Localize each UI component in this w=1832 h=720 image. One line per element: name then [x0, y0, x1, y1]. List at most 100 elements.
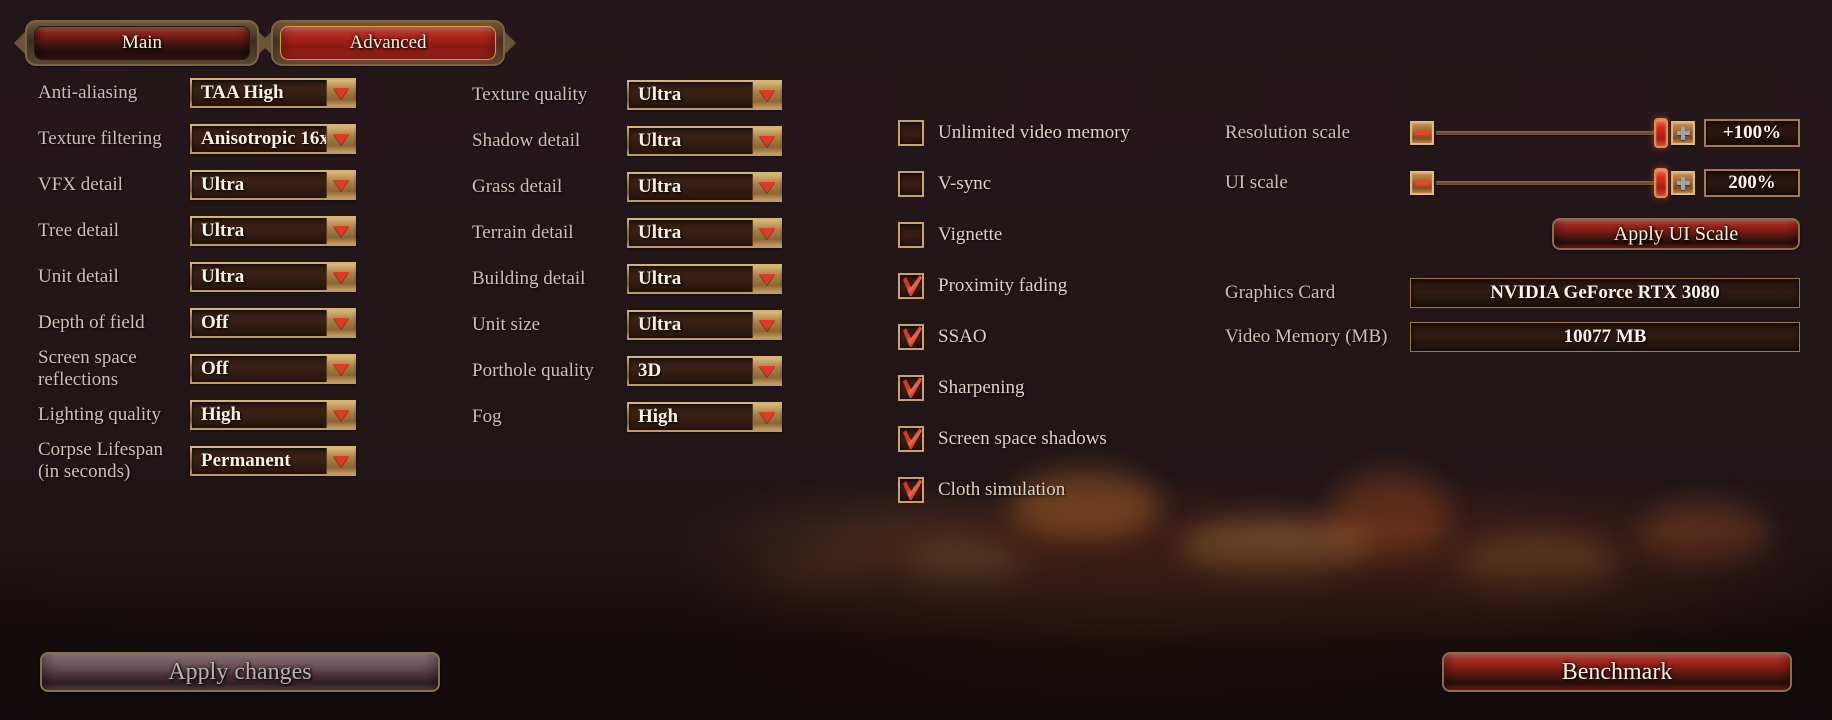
setting-row: Depth of field Off [38, 308, 368, 338]
checkmark-icon[interactable] [898, 477, 924, 503]
checkbox-row[interactable]: Cloth simulation [898, 477, 1198, 503]
checkbox-empty-icon[interactable] [898, 171, 924, 197]
chevron-down-icon[interactable] [752, 174, 780, 200]
chevron-down-icon[interactable] [326, 218, 354, 244]
dropdown-value: Off [201, 312, 229, 333]
dropdown-value: Ultra [638, 268, 682, 289]
checkbox-row[interactable]: Proximity fading [898, 273, 1198, 299]
dropdown-porthole-quality[interactable]: 3D [627, 356, 782, 386]
settings-column-1: Anti-aliasing TAA High Texture filtering An… [38, 78, 368, 492]
dropdown-vfx-detail[interactable]: Ultra [190, 170, 356, 200]
toggle-column: Unlimited video memory V-sync Vignette Prox… [898, 120, 1198, 528]
chevron-down-icon[interactable] [326, 172, 354, 198]
tab-main[interactable]: Main [25, 20, 259, 66]
setting-row: Porthole quality 3D [472, 356, 782, 386]
checkmark-icon[interactable] [898, 426, 924, 452]
setting-row: Terrain detail Ultra [472, 218, 782, 248]
setting-row: Unit size Ultra [472, 310, 782, 340]
dropdown-depth-of-field[interactable]: Off [190, 308, 356, 338]
display-column: Resolution scale +100% UI scale 200% Apply U… [1225, 118, 1800, 366]
chevron-down-icon[interactable] [326, 356, 354, 382]
benchmark-button[interactable]: Benchmark [1442, 652, 1792, 692]
dropdown-value: Permanent [201, 450, 291, 471]
setting-row: Texture filtering Anisotropic 16x [38, 124, 368, 154]
checkbox-row[interactable]: Screen space shadows [898, 426, 1198, 452]
checkbox-label: Cloth simulation [938, 479, 1066, 500]
setting-label: Building detail [472, 268, 586, 289]
dropdown-texture-filtering[interactable]: Anisotropic 16x [190, 124, 356, 154]
checkmark-icon[interactable] [898, 324, 924, 350]
tab-advanced-label: Advanced [349, 32, 427, 53]
chevron-down-icon[interactable] [326, 448, 354, 474]
dropdown-corpse-lifespan-in-seconds[interactable]: Permanent [190, 446, 356, 476]
chevron-down-icon[interactable] [326, 80, 354, 106]
dropdown-value: Ultra [638, 84, 682, 105]
plus-icon[interactable] [1671, 121, 1695, 145]
slider-handle[interactable] [1654, 118, 1668, 148]
chevron-down-icon[interactable] [752, 128, 780, 154]
chevron-down-icon[interactable] [752, 312, 780, 338]
dropdown-tree-detail[interactable]: Ultra [190, 216, 356, 246]
slider-track[interactable] [1436, 168, 1668, 198]
dropdown-unit-detail[interactable]: Ultra [190, 262, 356, 292]
dropdown-shadow-detail[interactable]: Ultra [627, 126, 782, 156]
minus-icon[interactable] [1410, 121, 1434, 145]
dropdown-grass-detail[interactable]: Ultra [627, 172, 782, 202]
dropdown-value: Ultra [638, 314, 682, 335]
slider-control[interactable]: +100% [1410, 118, 1800, 148]
tab-advanced[interactable]: Advanced [271, 20, 505, 66]
dropdown-terrain-detail[interactable]: Ultra [627, 218, 782, 248]
chevron-down-icon[interactable] [326, 264, 354, 290]
plus-icon[interactable] [1671, 171, 1695, 195]
chevron-down-icon[interactable] [752, 220, 780, 246]
dropdown-lighting-quality[interactable]: High [190, 400, 356, 430]
benchmark-label: Benchmark [1561, 658, 1673, 685]
slider-track[interactable] [1436, 118, 1668, 148]
tab-advanced-wrapper: Advanced [260, 20, 516, 66]
minus-glyph [1415, 131, 1429, 135]
dropdown-unit-size[interactable]: Ultra [627, 310, 782, 340]
dropdown-anti-aliasing[interactable]: TAA High [190, 78, 356, 108]
checkmark-icon[interactable] [898, 375, 924, 401]
ember-glow [760, 560, 870, 600]
checkbox-row[interactable]: Unlimited video memory [898, 120, 1198, 146]
dropdown-value: Ultra [638, 222, 682, 243]
chevron-down-icon[interactable] [752, 404, 780, 430]
apply-changes-button[interactable]: Apply changes [40, 652, 440, 692]
checkbox-empty-icon[interactable] [898, 120, 924, 146]
dropdown-building-detail[interactable]: Ultra [627, 264, 782, 294]
setting-label: Porthole quality [472, 360, 594, 381]
checkbox-row[interactable]: V-sync [898, 171, 1198, 197]
setting-row: Grass detail Ultra [472, 172, 782, 202]
tab-main-wrapper: Main [14, 20, 270, 66]
minus-icon[interactable] [1410, 171, 1434, 195]
chevron-down-icon[interactable] [326, 126, 354, 152]
chevron-down-icon[interactable] [752, 358, 780, 384]
setting-label: Terrain detail [472, 222, 574, 243]
slider-handle[interactable] [1654, 168, 1668, 198]
checkbox-row[interactable]: Vignette [898, 222, 1198, 248]
plus-glyph [1676, 176, 1690, 190]
dropdown-screen-space-reflections[interactable]: Off [190, 354, 356, 384]
chevron-down-icon[interactable] [752, 266, 780, 292]
info-row: Video Memory (MB) 10077 MB [1225, 322, 1800, 352]
chevron-down-icon[interactable] [752, 82, 780, 108]
chevron-down-icon[interactable] [326, 402, 354, 428]
apply-ui-scale-button[interactable]: Apply UI Scale [1552, 218, 1800, 250]
checkbox-label: SSAO [938, 326, 987, 347]
checkbox-label: V-sync [938, 173, 992, 194]
checkmark-icon[interactable] [898, 273, 924, 299]
checkbox-empty-icon[interactable] [898, 222, 924, 248]
slider-row: UI scale 200% [1225, 168, 1800, 198]
slider-control[interactable]: 200% [1410, 168, 1800, 198]
checkbox-row[interactable]: SSAO [898, 324, 1198, 350]
tab-bar: Main Advanced [14, 20, 516, 66]
dropdown-fog[interactable]: High [627, 402, 782, 432]
setting-row: Fog High [472, 402, 782, 432]
dropdown-value: Ultra [638, 176, 682, 197]
dropdown-value: TAA High [201, 82, 284, 103]
chevron-down-icon[interactable] [326, 310, 354, 336]
checkbox-row[interactable]: Sharpening [898, 375, 1198, 401]
dropdown-texture-quality[interactable]: Ultra [627, 80, 782, 110]
setting-label: Tree detail [38, 220, 120, 241]
